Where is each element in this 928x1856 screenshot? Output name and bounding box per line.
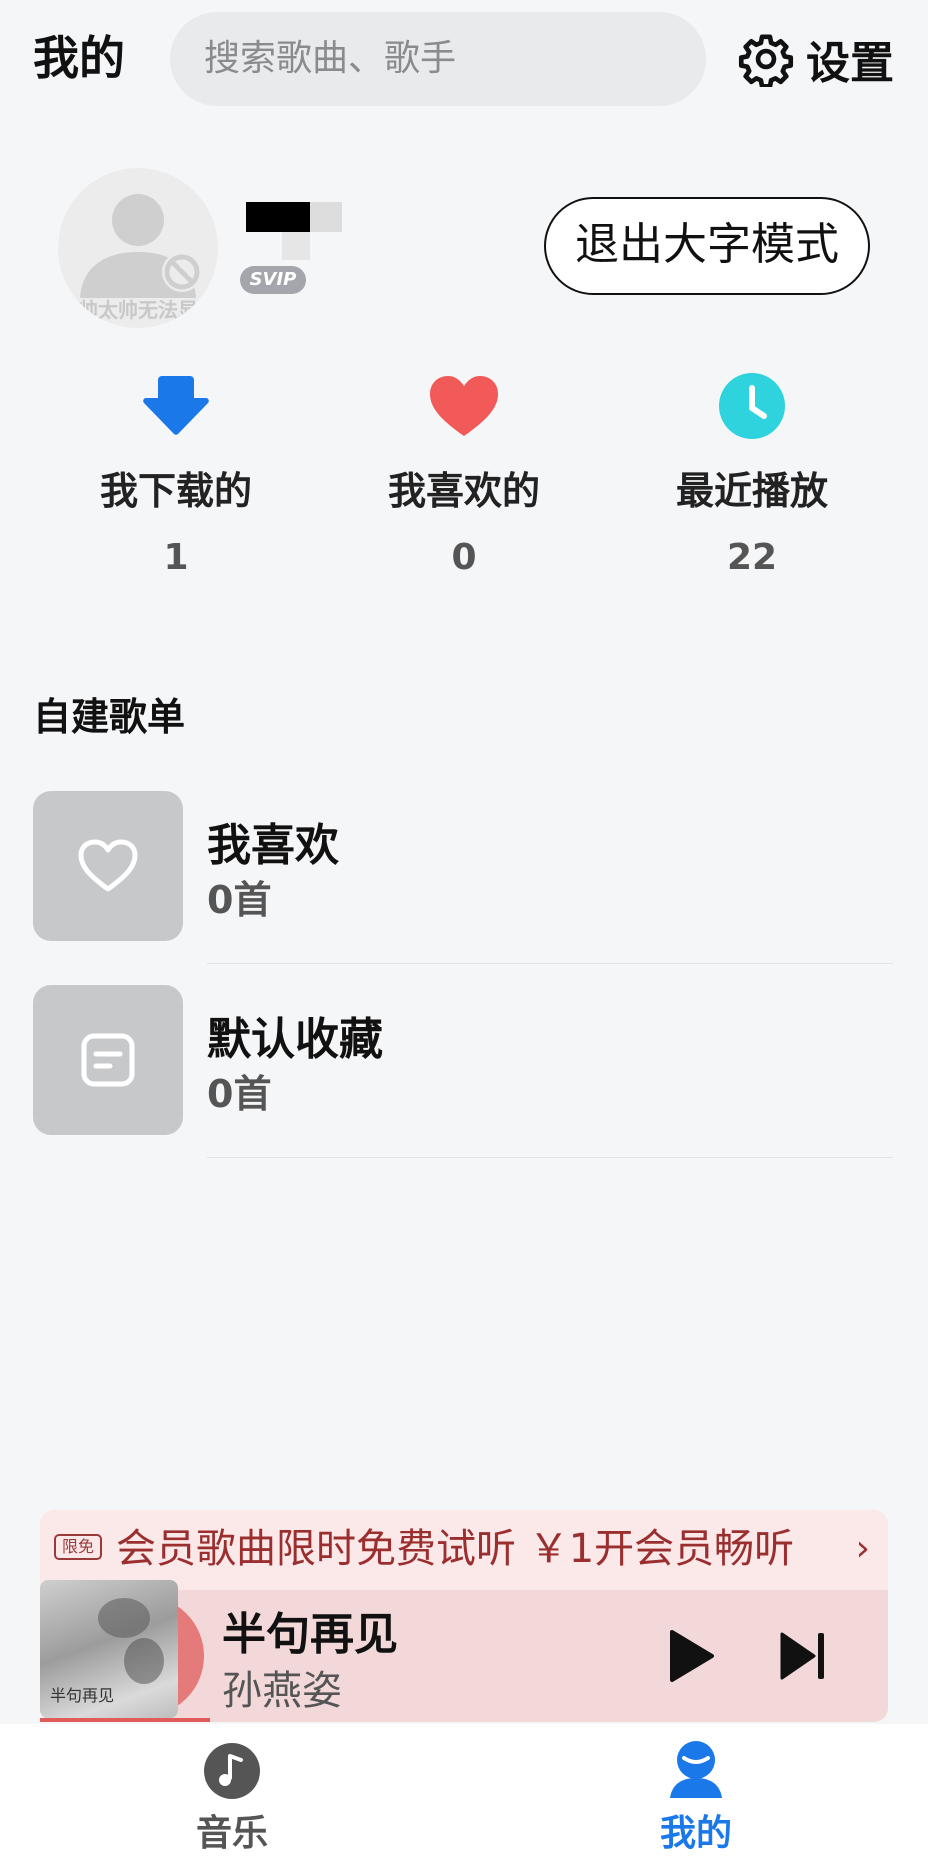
playlist-item-default[interactable]: 默认收藏 0首 <box>33 985 893 1158</box>
song-title: 半句再见 <box>222 1609 398 1660</box>
stat-label: 最近播放 <box>675 469 828 513</box>
svip-badge: SVIP <box>240 266 306 294</box>
playlist-name: 我喜欢 <box>207 820 339 871</box>
tab-label: 音乐 <box>195 1813 268 1854</box>
settings-label: 设置 <box>806 38 894 89</box>
avatar[interactable]: 帅太帅无法显 <box>58 168 218 328</box>
page-title: 我的 <box>33 31 125 85</box>
heart-icon <box>430 376 498 436</box>
play-icon[interactable] <box>660 1626 720 1686</box>
mini-player[interactable]: 半句再见 半句再见 孙燕姿 <box>40 1580 888 1722</box>
stat-count: 1 <box>163 537 189 578</box>
next-track-icon[interactable] <box>778 1628 830 1684</box>
music-note-icon <box>204 1743 260 1799</box>
promo-text: 会员歌曲限时免费试听 ￥1开会员畅听 <box>116 1526 795 1572</box>
song-artist: 孙燕姿 <box>222 1668 342 1714</box>
stat-count: 0 <box>451 537 477 578</box>
playlist-cover <box>33 791 183 941</box>
vip-promo-banner[interactable]: 限免 会员歌曲限时免费试听 ￥1开会员畅听 › <box>40 1510 888 1590</box>
stat-recent[interactable]: 最近播放 22 <box>622 370 882 578</box>
heart-outline-icon <box>78 839 138 892</box>
search-input[interactable]: 搜索歌曲、歌手 <box>170 12 706 106</box>
tab-mine[interactable]: 我的 <box>606 1734 786 1856</box>
tab-bar: 音乐 我的 <box>0 1724 928 1856</box>
exit-large-text-button[interactable]: 退出大字模式 <box>544 197 870 295</box>
playlist-count: 0首 <box>207 1072 272 1116</box>
album-art[interactable]: 半句再见 <box>40 1580 178 1718</box>
stat-count: 22 <box>726 537 778 578</box>
stat-label: 我下载的 <box>99 469 252 513</box>
tab-music[interactable]: 音乐 <box>142 1734 322 1856</box>
chevron-right-icon: › <box>855 1528 870 1569</box>
section-title: 自建歌单 <box>33 695 186 739</box>
download-icon <box>143 376 209 435</box>
free-tag: 限免 <box>54 1534 102 1560</box>
divider <box>207 1157 893 1158</box>
playlist-name: 默认收藏 <box>207 1014 383 1065</box>
stat-label: 我喜欢的 <box>387 469 540 513</box>
playback-progress <box>40 1718 210 1722</box>
username-redacted <box>246 202 342 262</box>
note-icon <box>81 1033 135 1087</box>
playlist-item-liked[interactable]: 我喜欢 0首 <box>33 791 893 964</box>
divider <box>207 963 893 964</box>
stat-downloaded[interactable]: 我下载的 1 <box>46 370 306 578</box>
playlist-count: 0首 <box>207 878 272 922</box>
album-art-text: 半句再见 <box>50 1686 115 1705</box>
tab-label: 我的 <box>659 1813 732 1854</box>
avatar-caption: 帅太帅无法显 <box>78 298 198 322</box>
search-placeholder: 搜索歌曲、歌手 <box>204 38 457 79</box>
settings-button[interactable]: 设置 <box>738 24 894 94</box>
playlist-cover <box>33 985 183 1135</box>
clock-icon <box>719 373 785 439</box>
stat-liked[interactable]: 我喜欢的 0 <box>334 370 594 578</box>
person-icon <box>670 1741 722 1798</box>
gear-icon <box>738 34 794 87</box>
